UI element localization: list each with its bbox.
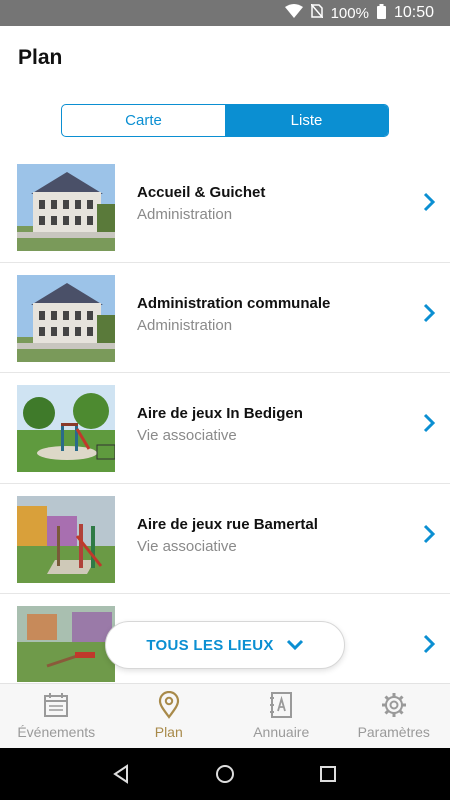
item-text: Aire de jeux In Bedigen Vie associative [137,405,303,444]
page-title: Plan [18,46,63,69]
tab-liste[interactable]: Liste [225,105,388,136]
place-thumbnail [17,164,115,251]
recents-icon[interactable] [316,762,340,786]
item-text: Aire de jeux rue Bamertal Vie associativ… [137,516,318,555]
nav-label: Plan [154,724,183,740]
app-header: Plan [0,26,450,92]
bottom-nav: Événements Plan Annuaire Paramètres [0,683,450,748]
item-category: Vie associative [137,537,237,555]
status-bar: 100% 10:50 [0,0,450,26]
system-nav-bar [0,748,450,800]
nav-item-annuaire[interactable]: Annuaire [225,684,338,748]
item-title: Administration communale [137,294,331,312]
filter-label: TOUS LES LIEUX [146,636,274,654]
list-item[interactable]: Aire de jeux In Bedigen Vie associative [0,373,450,484]
chevron-right-icon [423,192,436,212]
chevron-right-icon [423,524,436,543]
no-sim-icon [310,3,324,22]
address-book-icon [270,692,293,718]
battery-percent: 100% [330,4,369,22]
place-thumbnail [17,495,115,583]
item-title: Aire de jeux rue Bamertal [137,515,318,533]
item-category: Administration [137,206,233,223]
list-item[interactable]: Administration communale Administration [0,263,450,373]
nav-item-parametres[interactable]: Paramètres [338,684,450,748]
gear-icon [381,693,406,717]
chevron-right-icon [423,413,436,433]
wifi-icon [284,4,303,22]
clock: 10:50 [393,4,434,21]
item-text: Administration communale Administration [137,295,330,334]
back-icon[interactable] [110,762,134,786]
view-toggle: Carte Liste [61,104,389,137]
places-list: Accueil & Guichet Administration Adminis… [0,152,450,682]
chevron-right-icon [423,303,436,322]
tab-carte[interactable]: Carte [62,105,225,136]
all-places-filter-button[interactable]: TOUS LES LIEUX [105,621,345,669]
place-thumbnail [17,606,115,682]
nav-item-evenements[interactable]: Événements [0,684,113,748]
place-thumbnail [17,385,115,472]
home-icon[interactable] [213,762,237,786]
item-text: Accueil & Guichet Administration [137,184,265,223]
battery-icon [376,3,386,23]
map-pin-icon [158,691,179,719]
chevron-down-icon [286,639,303,651]
item-category: Vie associative [137,427,237,444]
list-item[interactable]: Accueil & Guichet Administration [0,152,450,263]
calendar-icon [44,693,69,717]
nav-item-plan[interactable]: Plan [113,684,226,748]
nav-label: Annuaire [253,724,310,740]
nav-label: Événements [17,724,96,740]
list-item[interactable]: Aire de jeux rue Bamertal Vie associativ… [0,484,450,594]
item-title: Accueil & Guichet [137,184,266,201]
nav-label: Paramètres [357,724,430,740]
item-category: Administration [137,316,233,334]
place-thumbnail [17,274,115,362]
item-title: Aire de jeux In Bedigen [137,405,303,422]
chevron-right-icon [423,634,436,654]
